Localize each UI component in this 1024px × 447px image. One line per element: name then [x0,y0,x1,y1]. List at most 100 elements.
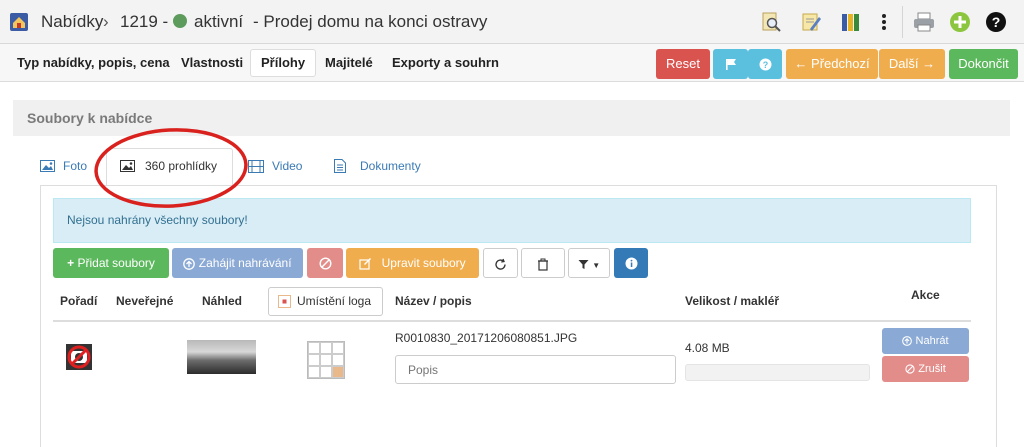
ban-icon [905,364,915,374]
refresh-icon [495,259,506,271]
description-input[interactable] [395,355,676,384]
svg-text:?: ? [992,14,1001,30]
logo-position-label: Umístění loga [297,294,372,308]
add-files-button[interactable]: + Přidat soubory [53,248,169,278]
finish-button[interactable]: Dokončit [949,49,1018,79]
print-icon[interactable] [912,10,936,34]
table-header-divider [53,320,971,322]
logo-cell[interactable] [308,366,320,378]
status-dot [173,14,187,28]
logo-cell[interactable] [320,354,332,366]
image-icon [120,160,135,172]
logo-cell[interactable] [332,354,344,366]
next-button[interactable]: Další → [879,49,945,79]
edit-files-label: Upravit soubory [381,256,466,270]
no-image-icon[interactable] [66,344,92,370]
tab-360-tours-label: 360 prohlídky [145,159,218,173]
home-icon[interactable] [8,11,30,33]
info-button[interactable] [614,248,648,278]
info-icon [625,257,637,270]
tab-documents-label: Dokumenty [360,159,421,173]
arrow-left-icon: ← [794,56,808,71]
step-navigation: Typ nabídky, popis, cena Vlastnosti Příl… [0,44,1024,82]
column-preview: Náhled [202,294,243,308]
add-files-label: Přidat soubory [77,256,155,270]
more-vertical-icon[interactable] [872,10,896,34]
flag-icon [725,59,736,71]
edit-note-icon[interactable] [799,10,823,34]
reset-button[interactable]: Reset [656,49,710,79]
step-owners[interactable]: Majitelé [315,49,383,77]
cancel-label: Zrušit [918,363,946,375]
ban-icon [318,257,332,270]
question-circle-icon: ? [759,58,771,71]
caret-down-icon: ▼ [592,261,601,270]
step-attachments[interactable]: Přílohy [250,49,317,77]
binders-icon[interactable] [839,10,863,34]
edit-files-button[interactable]: Upravit soubory [346,248,479,278]
help-button[interactable]: ? [748,49,782,79]
tab-video[interactable]: Video [248,159,302,173]
logo-position-icon [278,295,291,308]
tab-documents[interactable]: Dokumenty [334,159,421,173]
logo-position-grid[interactable] [307,341,345,379]
logo-cell[interactable] [332,342,344,354]
top-bar: Nabídky › 1219 - aktivní - Prodej domu n… [0,0,1024,44]
upload-label: Nahrát [915,335,949,347]
column-name[interactable]: Název / popis [395,294,472,308]
column-private[interactable]: Neveřejné [116,294,173,308]
logo-cell[interactable] [320,342,332,354]
breadcrumb-status: aktivní [194,12,244,31]
step-exports-summary[interactable]: Exporty a souhrn [382,49,509,77]
filter-dropdown-button[interactable]: ▼ [568,248,610,278]
column-size[interactable]: Velikost / makléř [685,294,779,308]
search-document-icon[interactable] [759,10,783,34]
logo-position-button[interactable]: Umístění loga [268,287,383,316]
arrow-right-icon: → [922,56,936,71]
upload-progress-bar [685,364,870,381]
logo-cell-selected[interactable] [332,366,344,378]
panel-header: Soubory k nabídce [13,100,1010,136]
help-icon[interactable]: ? [984,10,1008,34]
step-properties[interactable]: Vlastnosti [171,49,253,77]
breadcrumb-offers[interactable]: Nabídky [41,12,103,32]
start-upload-label: Zahájit nahrávání [198,256,292,270]
toolbar-divider [902,6,903,38]
panel-title: Soubory k nabídce [27,110,153,126]
upload-circle-icon [902,336,913,346]
previous-button[interactable]: ← Předchozí [786,49,878,79]
upload-alert: Nejsou nahrány všechny soubory! [53,198,971,243]
previous-label: Předchozí [811,56,870,71]
plus-icon: + [67,256,75,270]
start-upload-button[interactable]: Zahájit nahrávání [172,248,303,278]
logo-cell[interactable] [308,342,320,354]
file-name: R0010830_20171206080851.JPG [395,331,578,345]
edit-icon [359,258,372,270]
tab-photos[interactable]: Foto [40,159,87,173]
column-order[interactable]: Pořadí [60,294,97,308]
breadcrumb-chevron-icon: › [103,12,109,31]
breadcrumb-title: - Prodej domu na konci ostravy [253,12,488,31]
column-actions: Akce [911,288,940,302]
image-icon [40,160,55,172]
cancel-button[interactable]: Zrušit [882,356,969,382]
refresh-button[interactable] [483,248,518,278]
tab-video-label: Video [272,159,303,173]
film-icon [248,159,264,173]
logo-cell[interactable] [308,354,320,366]
panorama-thumbnail[interactable] [187,340,256,374]
tab-360-tours[interactable]: 360 prohlídky [120,159,217,173]
document-icon [334,159,346,173]
delete-button[interactable] [521,248,565,278]
add-icon[interactable] [948,10,972,34]
next-label: Další [888,56,919,71]
step-type-description-price[interactable]: Typ nabídky, popis, cena [7,49,180,77]
upload-button[interactable]: Nahrát [882,328,969,354]
filter-icon [578,260,589,270]
svg-text:?: ? [762,60,768,70]
cancel-all-button[interactable] [307,248,343,278]
file-size: 4.08 MB [685,341,730,355]
trash-icon [538,258,548,271]
flag-button[interactable] [713,49,748,79]
logo-cell[interactable] [320,366,332,378]
